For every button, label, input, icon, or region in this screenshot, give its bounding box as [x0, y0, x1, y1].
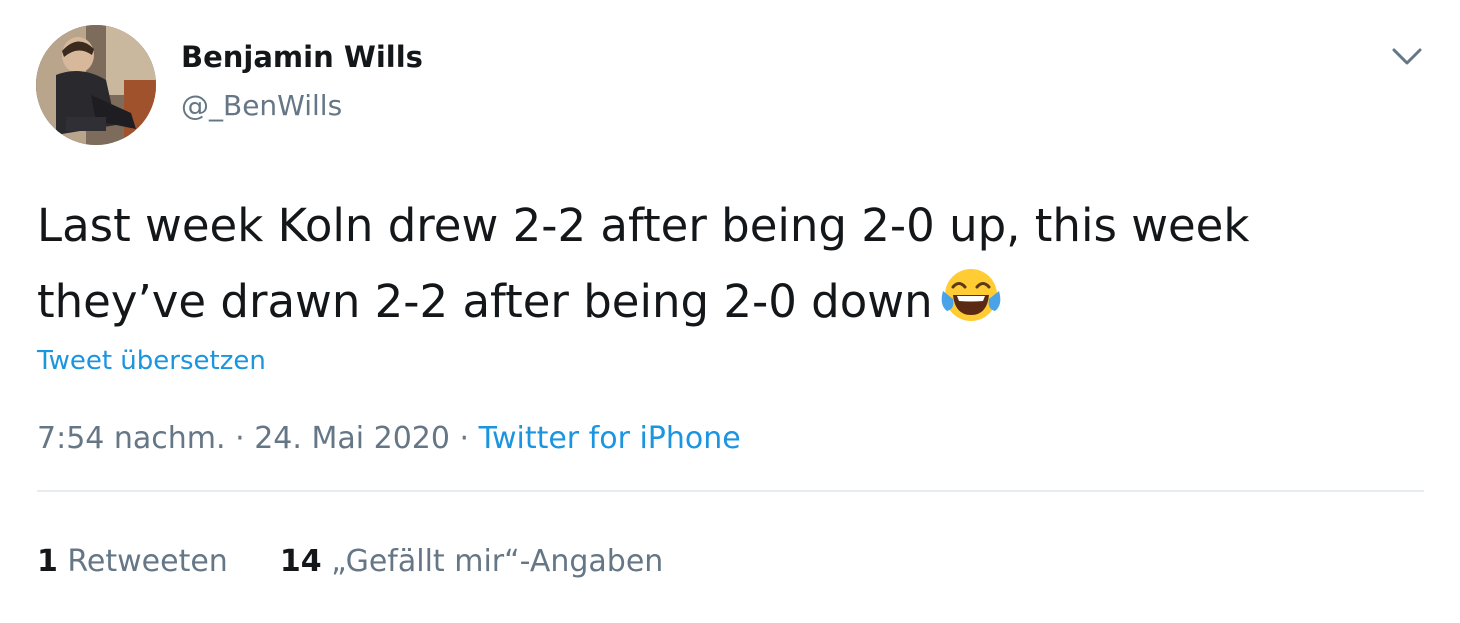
- tweet-text: Last week Koln drew 2-2 after being 2-0 …: [37, 188, 1427, 348]
- meta-separator: ·: [235, 421, 245, 456]
- avatar[interactable]: [36, 25, 156, 145]
- author-display-name[interactable]: Benjamin Wills: [181, 40, 423, 74]
- tears-of-joy-emoji-icon: [939, 265, 1003, 348]
- likes-stat[interactable]: 14 „Gefällt mir“-Angaben: [280, 544, 663, 579]
- tweet-stats: 1 Retweeten 14 „Gefällt mir“-Angaben: [37, 544, 663, 579]
- retweets-count: 1: [37, 544, 58, 579]
- tweet-source-link[interactable]: Twitter for iPhone: [479, 421, 741, 456]
- tweet-date[interactable]: 24. Mai 2020: [254, 421, 450, 456]
- retweets-stat[interactable]: 1 Retweeten: [37, 544, 228, 579]
- chevron-down-icon[interactable]: [1390, 44, 1424, 70]
- retweets-label: Retweeten: [67, 544, 228, 579]
- divider: [37, 490, 1424, 492]
- tweet-card: Benjamin Wills @_BenWills Last week Koln…: [0, 0, 1460, 623]
- tweet-time[interactable]: 7:54 nachm.: [37, 421, 226, 456]
- tweet-text-body: Last week Koln drew 2-2 after being 2-0 …: [37, 199, 1250, 328]
- author-handle[interactable]: @_BenWills: [181, 89, 342, 122]
- translate-tweet-link[interactable]: Tweet übersetzen: [37, 346, 266, 376]
- avatar-photo: [36, 25, 156, 145]
- meta-separator: ·: [459, 421, 470, 456]
- tweet-meta: 7:54 nachm. · 24. Mai 2020 · Twitter for…: [37, 421, 741, 456]
- likes-label: „Gefällt mir“-Angaben: [331, 544, 664, 579]
- likes-count: 14: [279, 544, 322, 579]
